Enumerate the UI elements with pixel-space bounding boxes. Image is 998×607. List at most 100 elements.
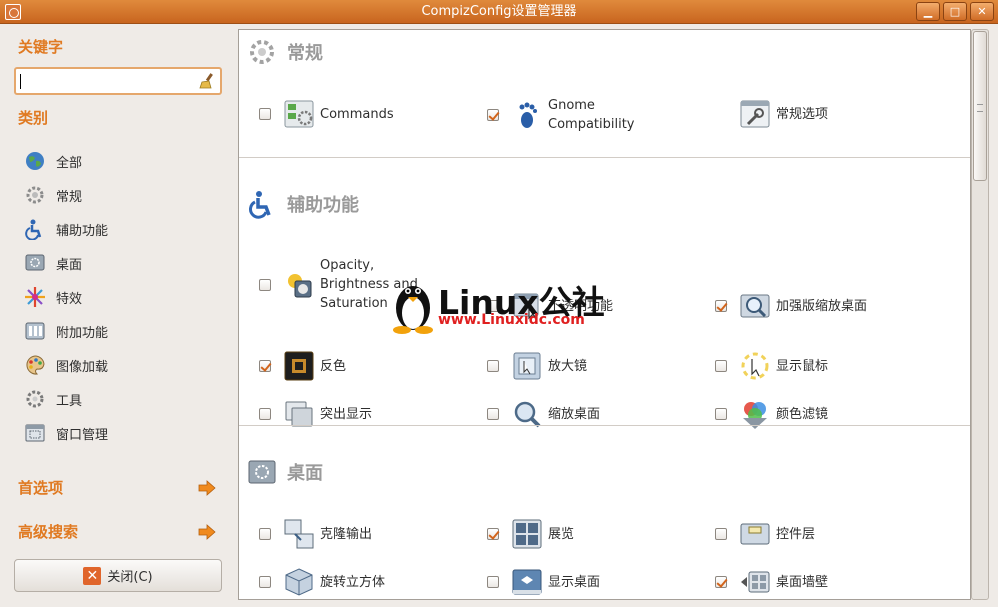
scrollbar-thumb[interactable] bbox=[973, 31, 987, 181]
search-input[interactable] bbox=[20, 70, 195, 92]
category-item-desktop[interactable]: 桌面 bbox=[24, 246, 224, 280]
plugin-label: 控件层 bbox=[776, 526, 816, 542]
plugin-label: 克隆输出 bbox=[320, 526, 373, 542]
palette-icon bbox=[26, 355, 45, 375]
plugin-clone-output[interactable]: 克隆输出 bbox=[259, 518, 372, 550]
desktop-wall-icon bbox=[741, 571, 770, 593]
section-title: 常规 bbox=[287, 43, 323, 64]
plugin-label: 旋转立方体 bbox=[320, 574, 386, 590]
window-icon bbox=[25, 424, 45, 442]
category-label: 全部 bbox=[56, 155, 83, 171]
plugin-checkbox[interactable] bbox=[487, 576, 499, 588]
plugin-invert[interactable]: 反色 bbox=[259, 350, 346, 382]
search-box[interactable] bbox=[14, 67, 222, 95]
plugin-checkbox[interactable] bbox=[715, 576, 727, 588]
section-header: 常规 bbox=[247, 36, 323, 68]
category-item-window-management[interactable]: 窗口管理 bbox=[24, 416, 224, 450]
arrow-right-icon bbox=[198, 524, 216, 540]
plugin-checkbox[interactable] bbox=[259, 108, 271, 120]
category-item-image-loading[interactable]: 图像加载 bbox=[24, 348, 224, 382]
category-label: 桌面 bbox=[56, 257, 83, 273]
section-title: 辅助功能 bbox=[287, 195, 359, 216]
advanced-search-link[interactable]: 高级搜索 bbox=[18, 520, 218, 544]
plugin-gnome-compatibility[interactable]: Gnome Compatibility bbox=[487, 96, 635, 134]
plugin-checkbox[interactable] bbox=[487, 109, 499, 121]
category-item-accessibility[interactable]: 辅助功能 bbox=[24, 212, 224, 246]
plugin-show-desktop[interactable]: 显示桌面 bbox=[487, 566, 600, 598]
close-window-button[interactable]: ✕ bbox=[970, 2, 994, 21]
watermark-url: www.Linuxidc.com bbox=[438, 312, 585, 328]
plugin-expo[interactable]: 展览 bbox=[487, 518, 574, 550]
plugin-checkbox[interactable] bbox=[487, 528, 499, 540]
plugin-label: Commands bbox=[320, 106, 394, 122]
plugin-label: Gnome Compatibility bbox=[548, 98, 635, 132]
preferences-link[interactable]: 首选项 bbox=[18, 476, 218, 500]
plugin-checkbox[interactable] bbox=[715, 408, 727, 420]
section-header: 辅助功能 bbox=[247, 188, 359, 220]
close-button[interactable]: ✕ 关闭(C) bbox=[14, 559, 222, 592]
plugin-checkbox[interactable] bbox=[715, 360, 727, 372]
plugin-label: 颜色滤镜 bbox=[776, 406, 829, 422]
plugin-checkbox[interactable] bbox=[259, 278, 271, 291]
category-item-extras[interactable]: 附加功能 bbox=[24, 314, 224, 348]
plugin-label: 放大镜 bbox=[548, 358, 588, 374]
category-label: 常规 bbox=[56, 189, 83, 205]
plugin-label: 缩放桌面 bbox=[548, 406, 601, 422]
plugin-checkbox[interactable] bbox=[259, 408, 271, 420]
plugin-commands[interactable]: Commands bbox=[259, 98, 394, 130]
plugin-magnifier[interactable]: 放大镜 bbox=[487, 350, 587, 382]
window-title: CompizConfig设置管理器 bbox=[421, 4, 577, 19]
category-item-general[interactable]: 常规 bbox=[24, 178, 224, 212]
plugin-checkbox[interactable] bbox=[715, 300, 727, 312]
section-header: 桌面 bbox=[247, 456, 323, 488]
plugin-checkbox[interactable] bbox=[259, 360, 271, 372]
widget-layer-icon bbox=[740, 523, 770, 545]
plugin-general-options[interactable]: 常规选项 bbox=[715, 98, 828, 130]
plugin-label: 常规选项 bbox=[776, 106, 829, 122]
arrow-right-icon bbox=[198, 480, 216, 496]
plugin-desktop-wall[interactable]: 桌面墙壁 bbox=[715, 566, 828, 598]
category-label: 辅助功能 bbox=[56, 223, 109, 239]
desktop-icon bbox=[248, 460, 276, 484]
filter-heading: 关键字 bbox=[18, 38, 64, 56]
title-bar: CompizConfig设置管理器 ▁ □ ✕ bbox=[0, 0, 998, 24]
globe-icon bbox=[26, 152, 44, 170]
plugin-checkbox[interactable] bbox=[715, 528, 727, 540]
gnome-foot-icon bbox=[519, 102, 537, 128]
category-item-all[interactable]: 全部 bbox=[24, 144, 224, 178]
category-label: 窗口管理 bbox=[56, 427, 109, 443]
plugin-label: 展览 bbox=[548, 526, 575, 542]
accessibility-icon bbox=[25, 219, 42, 240]
plugin-checkbox[interactable] bbox=[259, 528, 271, 540]
plugin-enhanced-zoom[interactable]: 加强版缩放桌面 bbox=[715, 290, 867, 322]
plugin-checkbox[interactable] bbox=[487, 360, 499, 372]
category-item-effects[interactable]: 特效 bbox=[24, 280, 224, 314]
category-label: 工具 bbox=[56, 393, 83, 409]
plugin-rotate-cube[interactable]: 旋转立方体 bbox=[259, 566, 385, 598]
zoom-desktop-icon bbox=[740, 294, 770, 318]
clone-output-icon bbox=[284, 519, 314, 549]
plugin-widget-layer[interactable]: 控件层 bbox=[715, 518, 815, 550]
commands-icon bbox=[284, 100, 314, 128]
gear-icon bbox=[26, 186, 44, 204]
plugin-checkbox[interactable] bbox=[259, 576, 271, 588]
preferences-label: 首选项 bbox=[18, 479, 64, 497]
rotate-cube-icon bbox=[285, 568, 313, 596]
text-caret bbox=[20, 74, 21, 89]
gear-icon bbox=[250, 40, 274, 64]
magnifier-icon bbox=[513, 352, 541, 380]
tools-gear-icon bbox=[26, 390, 44, 408]
category-item-utility[interactable]: 工具 bbox=[24, 382, 224, 416]
plugin-label: 反色 bbox=[320, 358, 347, 374]
category-label: 特效 bbox=[56, 291, 83, 307]
plugin-show-mouse[interactable]: 显示鼠标 bbox=[715, 350, 828, 382]
category-list: 全部 常规 辅助功能 桌面 特效 附加功能 图像加载 工具 窗口管理 bbox=[24, 144, 224, 450]
desktop-icon bbox=[25, 254, 45, 271]
plugin-checkbox[interactable] bbox=[487, 408, 499, 420]
sidebar: 关键字 类别 全部 常规 辅助功能 桌面 特效 附加功能 图像加载 工具 窗口管… bbox=[0, 25, 237, 607]
vertical-scrollbar[interactable] bbox=[971, 29, 989, 600]
accessibility-icon bbox=[249, 191, 271, 219]
minimize-button[interactable]: ▁ bbox=[916, 2, 940, 21]
clear-brush-icon[interactable] bbox=[198, 72, 216, 90]
maximize-button[interactable]: □ bbox=[943, 2, 967, 21]
